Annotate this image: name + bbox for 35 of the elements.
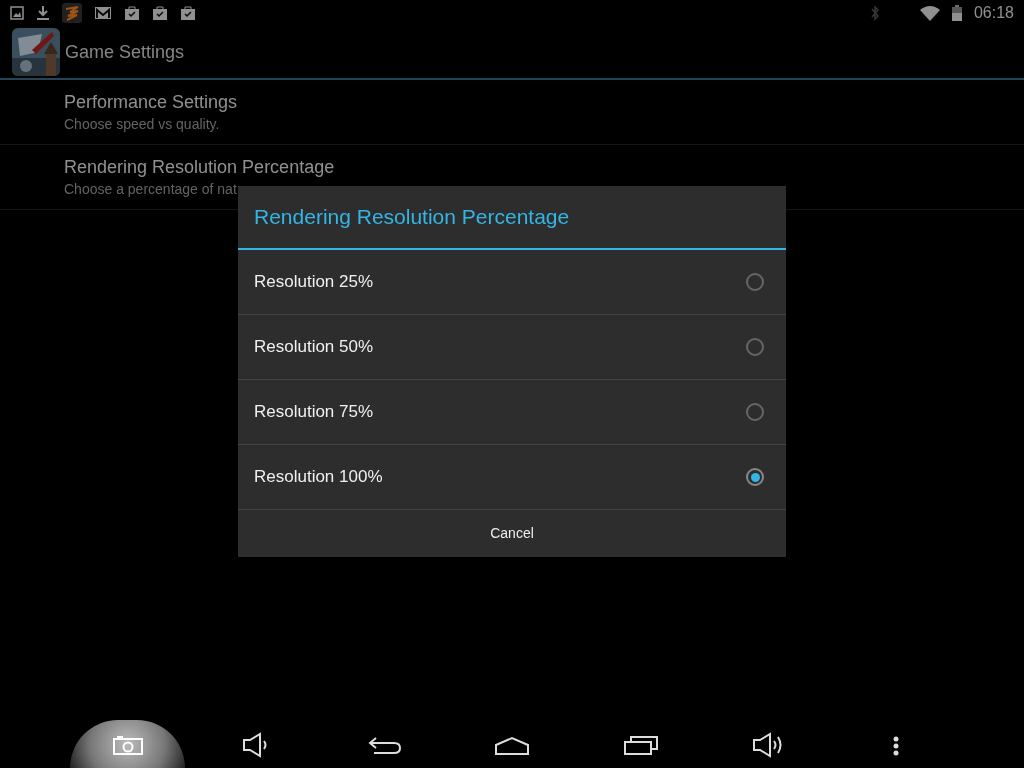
radio-option[interactable]: Resolution 100% [238, 445, 786, 510]
camera-icon [113, 735, 143, 755]
cancel-button[interactable]: Cancel [470, 517, 554, 550]
preference-title: Performance Settings [64, 90, 239, 114]
back-icon[interactable] [368, 736, 402, 756]
radio-option[interactable]: Resolution 75% [238, 380, 786, 445]
shopping-bag-icon [180, 5, 196, 21]
option-label: Resolution 100% [254, 466, 384, 489]
shopping-bag-icon [124, 5, 140, 21]
home-icon[interactable] [494, 736, 530, 756]
radio-button[interactable] [746, 273, 764, 291]
radio-button[interactable] [746, 338, 764, 356]
clock-time: 06:18 [973, 3, 1014, 23]
recent-apps-icon[interactable] [623, 734, 659, 756]
bluetooth-icon [869, 5, 880, 21]
shopping-bag-icon [152, 5, 168, 21]
option-label: Resolution 25% [254, 271, 375, 294]
preference-title: Rendering Resolution Percentage [64, 155, 336, 179]
option-label: Resolution 50% [254, 336, 375, 359]
wifi-icon [919, 5, 940, 21]
option-label: Resolution 75% [254, 401, 375, 424]
preference-summary: Choose a percentage of nat [64, 179, 238, 199]
app-icon [62, 3, 82, 23]
battery-icon [951, 5, 962, 21]
more-options-icon[interactable] [892, 736, 900, 756]
image-icon [10, 6, 24, 20]
radio-option[interactable]: Resolution 50% [238, 315, 786, 380]
mail-icon [94, 6, 112, 20]
download-icon [36, 5, 50, 21]
preference-item[interactable]: Performance Settings Choose speed vs quality. [0, 80, 1024, 145]
preference-summary: Choose speed vs quality. [64, 114, 221, 134]
radio-button[interactable] [746, 468, 764, 486]
radio-button[interactable] [746, 403, 764, 421]
screen-title: Game Settings [65, 40, 185, 64]
radio-option[interactable]: Resolution 25% [238, 250, 786, 315]
